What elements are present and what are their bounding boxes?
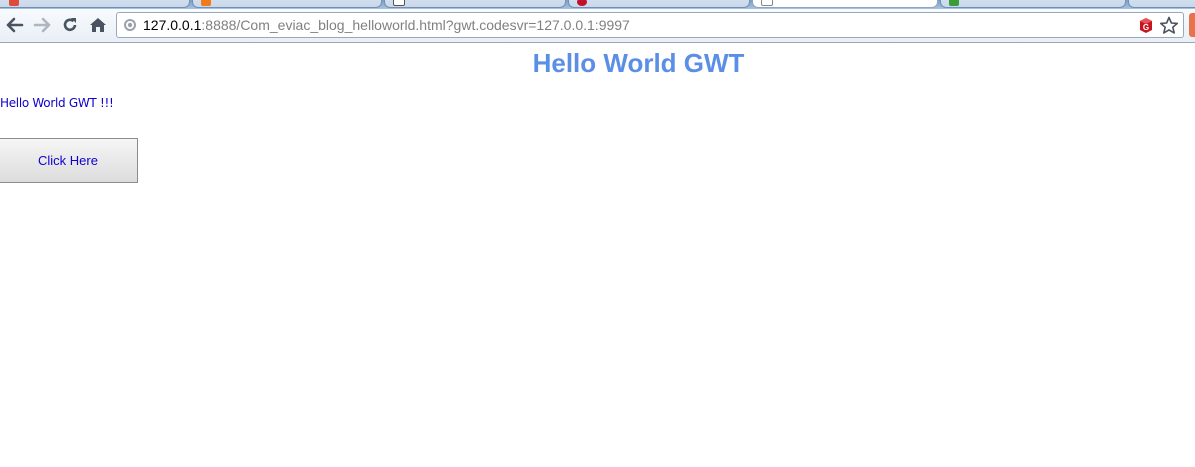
back-arrow-icon (6, 17, 24, 33)
tab-favicon (949, 0, 959, 6)
reload-icon (63, 18, 77, 32)
home-icon (90, 18, 106, 32)
wrench-menu-button[interactable] (1189, 13, 1195, 37)
tab-6[interactable] (940, 0, 1126, 8)
tab-2[interactable] (192, 0, 382, 8)
reload-button[interactable] (59, 15, 81, 35)
tab-1[interactable] (0, 0, 190, 8)
back-button[interactable] (4, 15, 26, 35)
globe-icon[interactable] (123, 18, 137, 32)
tab-favicon (393, 0, 405, 6)
gwt-extension-icon[interactable]: G (1137, 17, 1155, 34)
url-host: 127.0.0.1 (143, 17, 202, 33)
forward-button[interactable] (31, 15, 53, 35)
address-bar[interactable]: 127.0.0.1:8888/Com_eviac_blog_helloworld… (116, 12, 1184, 38)
tab-3[interactable] (384, 0, 566, 8)
click-here-button[interactable]: Click Here (0, 138, 138, 183)
page-title: Hello World GWT (532, 48, 745, 78)
tab-4[interactable] (568, 0, 750, 8)
home-button[interactable] (87, 15, 109, 35)
page-content: Hello World GWT Hello World GWT !!! Clic… (0, 44, 1195, 467)
url-text[interactable]: 127.0.0.1:8888/Com_eviac_blog_helloworld… (143, 17, 630, 34)
tab-favicon (577, 0, 587, 6)
star-icon[interactable] (1159, 16, 1179, 35)
tab-favicon (9, 0, 19, 6)
tab-strip (0, 0, 1195, 9)
tab-favicon (201, 0, 211, 6)
hello-label: Hello World GWT !!! (0, 96, 114, 110)
forward-arrow-icon (33, 17, 51, 33)
tab-7[interactable] (1128, 0, 1195, 8)
svg-text:G: G (1143, 23, 1149, 32)
browser-toolbar: 127.0.0.1:8888/Com_eviac_blog_helloworld… (0, 9, 1195, 43)
tab-active[interactable] (752, 0, 938, 8)
browser-window: 127.0.0.1:8888/Com_eviac_blog_helloworld… (0, 0, 1195, 467)
url-path: :8888/Com_eviac_blog_helloworld.html?gwt… (201, 17, 630, 33)
tab-favicon (761, 0, 773, 6)
